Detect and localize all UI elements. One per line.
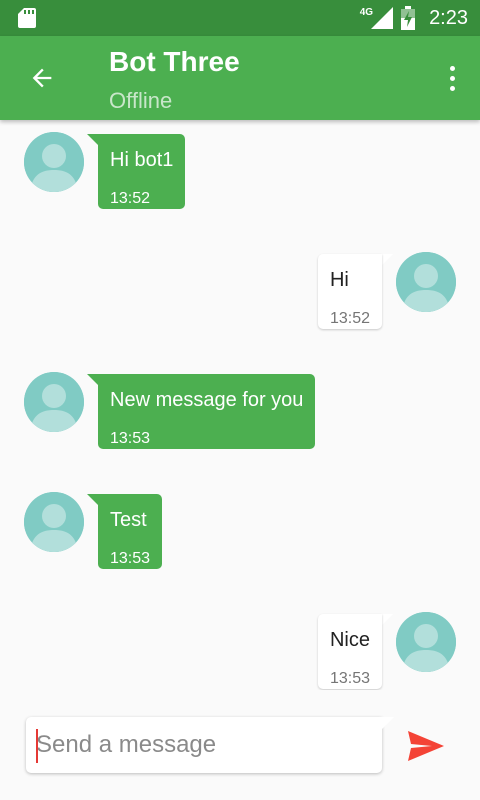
status-bar: 4G 2:23	[0, 0, 480, 36]
message-time: 13:53	[329, 670, 370, 687]
message-time: 13:53	[110, 430, 151, 447]
message-text: New message for you	[110, 389, 304, 411]
message-time: 13:53	[110, 550, 151, 567]
chat-title: Bot Three	[109, 46, 240, 77]
avatar[interactable]	[396, 612, 456, 672]
person-icon	[396, 612, 456, 672]
message-item: Hi 13:52	[0, 240, 480, 336]
sd-card-icon	[18, 8, 36, 28]
send-button[interactable]	[404, 726, 448, 766]
message-input[interactable]	[36, 725, 372, 765]
message-composer	[26, 717, 382, 773]
person-icon	[24, 132, 84, 192]
message-text: Hi bot1	[110, 149, 174, 171]
chat-status: Offline	[109, 88, 173, 113]
message-item: New message for you 13:53	[0, 360, 480, 456]
person-icon	[396, 252, 456, 312]
avatar[interactable]	[24, 492, 84, 552]
back-arrow-icon	[32, 68, 52, 88]
avatar[interactable]	[24, 132, 84, 192]
message-time: 13:52	[110, 190, 151, 207]
person-icon	[24, 492, 84, 552]
message-item: Hi bot1 13:52	[0, 120, 480, 216]
status-time: 2:23	[429, 6, 468, 29]
message-time: 13:52	[329, 310, 370, 327]
message-bubble[interactable]: New message for you 13:53	[98, 374, 316, 449]
signal-icon	[371, 7, 394, 29]
more-vert-icon[interactable]	[442, 60, 462, 96]
avatar[interactable]	[24, 372, 84, 432]
message-text: Nice	[329, 629, 370, 651]
message-text: Test	[110, 509, 147, 531]
app-bar: Bot Three Offline	[0, 36, 480, 120]
message-bubble[interactable]: Hi 13:52	[317, 254, 382, 329]
person-icon	[24, 372, 84, 432]
send-icon	[408, 731, 444, 761]
network-type: 4G	[359, 6, 374, 18]
text-cursor	[36, 729, 38, 763]
message-text: Hi	[329, 269, 349, 291]
message-bubble[interactable]: Nice 13:53	[317, 614, 382, 689]
message-list[interactable]: Hi bot1 13:52 Hi 13:52 New message for y…	[0, 120, 480, 690]
message-item: Test 13:53	[0, 480, 480, 576]
message-bubble[interactable]: Hi bot1 13:52	[98, 134, 186, 209]
message-item: Nice 13:53	[0, 600, 480, 690]
avatar[interactable]	[396, 252, 456, 312]
battery-icon	[401, 6, 416, 30]
back-button[interactable]	[22, 58, 62, 98]
message-bubble[interactable]: Test 13:53	[98, 494, 163, 569]
